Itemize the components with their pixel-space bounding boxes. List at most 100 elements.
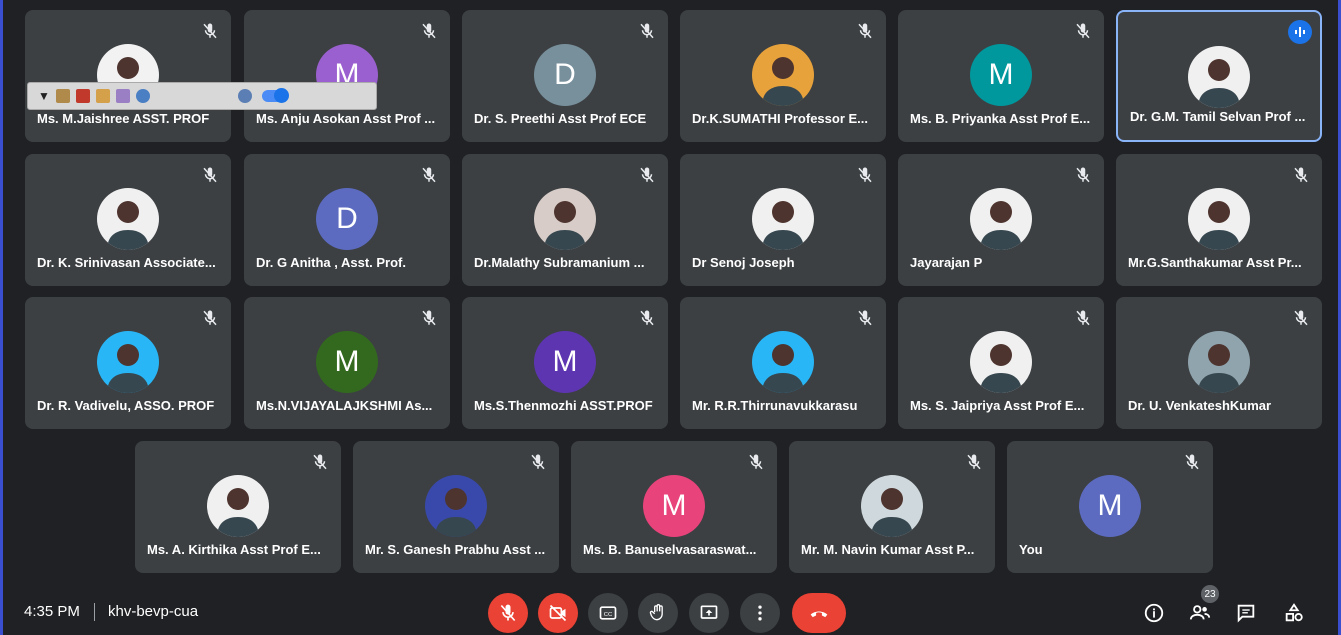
person-icon <box>980 344 1022 393</box>
mic-off-icon <box>311 453 329 471</box>
raise-hand-button[interactable] <box>638 593 678 633</box>
chevron-down-icon[interactable]: ▼ <box>38 89 50 103</box>
mic-off-icon <box>638 22 656 40</box>
more-options-button[interactable] <box>740 593 780 633</box>
participant-tile[interactable]: M Ms. B. Priyanka Asst Prof E... <box>898 10 1104 142</box>
chat-icon <box>1237 604 1255 623</box>
avatar <box>1188 46 1250 108</box>
participant-tile[interactable]: M You <box>1007 441 1213 573</box>
mic-off-icon <box>965 453 983 471</box>
participant-name: Ms.N.VIJAYALAJKSHMI As... <box>256 398 433 413</box>
participant-tile[interactable]: Ms. A. Kirthika Asst Prof E... <box>135 441 341 573</box>
mic-off-button[interactable] <box>488 593 528 633</box>
person-icon <box>762 57 804 106</box>
mic-off-icon <box>420 22 438 40</box>
mic-off-icon <box>1074 22 1092 40</box>
activities-button[interactable] <box>1282 601 1306 625</box>
person-icon <box>544 201 586 250</box>
participant-tile[interactable]: Mr. S. Ganesh Prabhu Asst ... <box>353 441 559 573</box>
avatar: M <box>970 44 1032 106</box>
avatar <box>970 188 1032 250</box>
participant-tile[interactable]: M Ms. Anju Asokan Asst Prof ... <box>244 10 450 142</box>
avatar <box>752 331 814 393</box>
participant-tile[interactable]: Mr.G.Santhakumar Asst Pr... <box>1116 154 1322 286</box>
camera-off-icon <box>549 604 567 622</box>
participant-tile[interactable]: M Ms.N.VIJAYALAJKSHMI As... <box>244 297 450 429</box>
participant-tile[interactable]: D Dr. S. Preethi Asst Prof ECE <box>462 10 668 142</box>
participant-tile[interactable]: M Ms. B. Banuselvasaraswat... <box>571 441 777 573</box>
hand-icon <box>649 604 663 621</box>
participant-name: Dr. G Anitha , Asst. Prof. <box>256 255 407 270</box>
participant-tile[interactable]: Ms. M.Jaishree ASST. PROF <box>25 10 231 142</box>
participant-name: Ms. A. Kirthika Asst Prof E... <box>147 542 321 557</box>
avatar: D <box>534 44 596 106</box>
participant-tile[interactable]: Jayarajan P <box>898 154 1104 286</box>
participant-tile[interactable]: Mr. M. Navin Kumar Asst P... <box>789 441 995 573</box>
participant-tile[interactable]: Mr. R.R.Thirrunavukkarasu <box>680 297 886 429</box>
participant-tile[interactable]: Dr.Malathy Subramanium ... <box>462 154 668 286</box>
avatar <box>861 475 923 537</box>
leave-call-button[interactable] <box>792 593 846 633</box>
participant-name: Dr. R. Vadivelu, ASSO. PROF <box>37 398 215 413</box>
participant-name: Ms. M.Jaishree ASST. PROF <box>37 111 210 126</box>
participant-tile[interactable]: Dr. G.M. Tamil Selvan Prof ... <box>1116 10 1322 142</box>
person-icon <box>871 488 913 537</box>
people-button[interactable] <box>1188 601 1212 625</box>
person-icon <box>1198 59 1240 108</box>
gear-icon[interactable] <box>238 89 252 103</box>
participant-tile[interactable]: Dr Senoj Joseph <box>680 154 886 286</box>
participant-name: Dr.Malathy Subramanium ... <box>474 255 645 270</box>
mic-off-icon <box>638 166 656 184</box>
participant-tile[interactable]: Ms. S. Jaipriya Asst Prof E... <box>898 297 1104 429</box>
participant-tile[interactable]: Dr.K.SUMATHI Professor E... <box>680 10 886 142</box>
participant-name: Mr. M. Navin Kumar Asst P... <box>801 542 975 557</box>
captions-button[interactable]: CC <box>588 593 628 633</box>
meeting-window: Ms. M.Jaishree ASST. PROF M Ms. Anju Asoka… <box>0 0 1341 635</box>
people-icon <box>1189 605 1211 620</box>
toolbar-toggle[interactable] <box>262 88 289 103</box>
avatar <box>1188 188 1250 250</box>
person-icon <box>217 488 259 537</box>
participant-name: Ms. B. Priyanka Asst Prof E... <box>910 111 1091 126</box>
mic-off-icon <box>1074 309 1092 327</box>
mic-off-icon <box>1074 166 1092 184</box>
avatar <box>970 331 1032 393</box>
mic-off-icon <box>856 309 874 327</box>
present-button[interactable] <box>689 593 729 633</box>
participant-tile[interactable]: M Ms.S.Thenmozhi ASST.PROF <box>462 297 668 429</box>
info-icon <box>1144 603 1164 623</box>
person-icon <box>1198 201 1240 250</box>
speaking-indicator-icon <box>1288 20 1312 44</box>
avatar: D <box>316 188 378 250</box>
mic-off-icon <box>1292 166 1310 184</box>
participant-tile[interactable]: Dr. U. VenkateshKumar <box>1116 297 1322 429</box>
highlighter-icon[interactable] <box>95 89 110 103</box>
activities-icon <box>1285 603 1303 622</box>
mic-off-icon <box>500 604 516 622</box>
meeting-details-button[interactable] <box>1142 601 1166 625</box>
shape-icon[interactable] <box>135 89 150 103</box>
pen-icon[interactable] <box>55 89 70 103</box>
participant-name: Dr. S. Preethi Asst Prof ECE <box>474 111 647 126</box>
avatar: M <box>1079 475 1141 537</box>
mic-off-icon <box>1183 453 1201 471</box>
marker-icon[interactable] <box>115 89 130 103</box>
person-icon <box>980 201 1022 250</box>
participant-name: Dr. G.M. Tamil Selvan Prof ... <box>1130 109 1306 124</box>
mic-off-icon <box>856 22 874 40</box>
participant-name: Ms. B. Banuselvasaraswat... <box>583 542 757 557</box>
mic-off-icon <box>856 166 874 184</box>
avatar <box>207 475 269 537</box>
eraser-icon[interactable] <box>75 89 90 103</box>
avatar <box>752 188 814 250</box>
meeting-code: khv-bevp-cua <box>108 603 199 620</box>
camera-off-button[interactable] <box>538 593 578 633</box>
participant-name: Ms. Anju Asokan Asst Prof ... <box>256 111 436 126</box>
end-call-icon <box>810 611 828 618</box>
participant-tile[interactable]: Dr. K. Srinivasan Associate... <box>25 154 231 286</box>
participant-tile[interactable]: Dr. R. Vadivelu, ASSO. PROF <box>25 297 231 429</box>
participant-name: Ms.S.Thenmozhi ASST.PROF <box>474 398 653 413</box>
chat-button[interactable] <box>1234 601 1258 625</box>
participant-tile[interactable]: D Dr. G Anitha , Asst. Prof. <box>244 154 450 286</box>
participant-name: Dr. K. Srinivasan Associate... <box>37 255 216 270</box>
